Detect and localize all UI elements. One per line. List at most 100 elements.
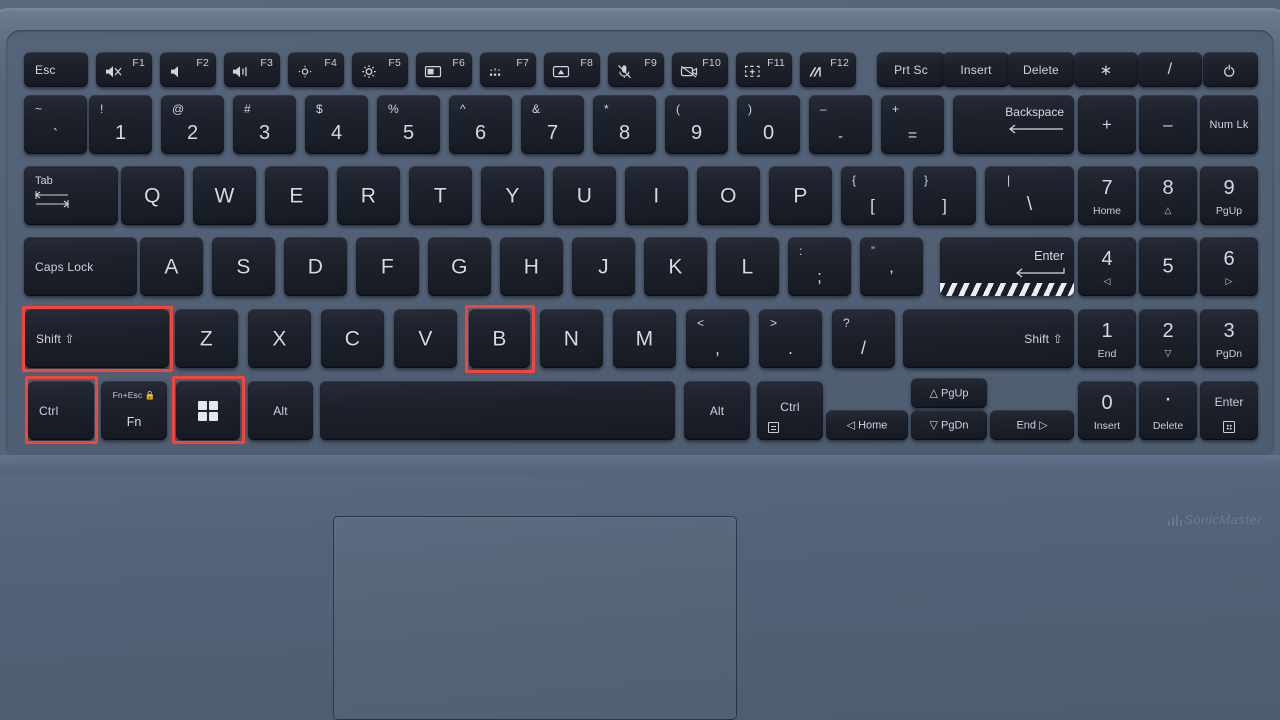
key-k[interactable]: K	[644, 237, 707, 296]
trackpad[interactable]	[333, 516, 737, 720]
key-1[interactable]: ! 1	[89, 95, 152, 154]
key-f6[interactable]: F6	[416, 52, 472, 87]
key-numpad-multiply[interactable]: ∗	[1074, 52, 1138, 87]
key-comma[interactable]: < ,	[686, 309, 749, 368]
key-f12[interactable]: F12	[800, 52, 856, 87]
key-x[interactable]: X	[248, 309, 311, 368]
key-e[interactable]: E	[265, 166, 328, 225]
key-o[interactable]: O	[697, 166, 760, 225]
key-i[interactable]: I	[625, 166, 688, 225]
key-5[interactable]: % 5	[377, 95, 440, 154]
key-shift-left[interactable]: Shift ⇧	[25, 309, 169, 368]
key-numpad-6[interactable]: 6 ▷	[1200, 237, 1258, 296]
key-numpad-8[interactable]: 8 △	[1139, 166, 1197, 225]
key-numpad-minus-label: –	[1163, 114, 1173, 134]
key-f8[interactable]: F8	[544, 52, 600, 87]
key-w[interactable]: W	[193, 166, 256, 225]
key-caps-lock[interactable]: Caps Lock	[24, 237, 137, 296]
key-windows[interactable]	[176, 381, 240, 440]
key-backtick[interactable]: ~ `	[24, 95, 87, 154]
key-bracket-right[interactable]: } ]	[913, 166, 976, 225]
key-m[interactable]: M	[613, 309, 676, 368]
key-z[interactable]: Z	[175, 309, 238, 368]
key-r[interactable]: R	[337, 166, 400, 225]
key-f2[interactable]: F2	[160, 52, 216, 87]
key-u[interactable]: U	[553, 166, 616, 225]
key-g[interactable]: G	[428, 237, 491, 296]
key-n[interactable]: N	[540, 309, 603, 368]
key-0[interactable]: ) 0	[737, 95, 800, 154]
key-f9[interactable]: F9	[608, 52, 664, 87]
key-3[interactable]: # 3	[233, 95, 296, 154]
key-alt-left[interactable]: Alt	[248, 381, 313, 440]
key-backslash[interactable]: | \	[985, 166, 1074, 225]
key-f3[interactable]: F3	[224, 52, 280, 87]
key-a[interactable]: A	[140, 237, 203, 296]
key-minus[interactable]: – -	[809, 95, 872, 154]
key-backspace[interactable]: Backspace	[953, 95, 1074, 154]
key-num-lock[interactable]: Num Lk	[1200, 95, 1258, 154]
key-insert[interactable]: Insert	[943, 52, 1009, 87]
key-bracket-left[interactable]: { [	[841, 166, 904, 225]
key-numpad-decimal[interactable]: · Delete	[1139, 381, 1197, 440]
key-end[interactable]: End ▷	[990, 410, 1074, 440]
key-v[interactable]: V	[394, 309, 457, 368]
key-numpad-3[interactable]: 3 PgDn	[1200, 309, 1258, 368]
key-power[interactable]	[1203, 52, 1258, 87]
key-pgup[interactable]: △ PgUp	[911, 378, 987, 408]
key-delete[interactable]: Delete	[1008, 52, 1074, 87]
key-shift-right[interactable]: Shift ⇧	[903, 309, 1074, 368]
key-8[interactable]: * 8	[593, 95, 656, 154]
key-4[interactable]: $ 4	[305, 95, 368, 154]
key-numpad-5[interactable]: 5	[1139, 237, 1197, 296]
key-semicolon[interactable]: : ;	[788, 237, 851, 296]
key-y[interactable]: Y	[481, 166, 544, 225]
key-ctrl-right[interactable]: Ctrl	[757, 381, 823, 440]
key-slash[interactable]: ? /	[832, 309, 895, 368]
key-numpad-minus[interactable]: –	[1139, 95, 1197, 154]
key-c[interactable]: C	[321, 309, 384, 368]
key-numpad-0[interactable]: 0 Insert	[1078, 381, 1136, 440]
key-numpad-divide[interactable]: /	[1138, 52, 1202, 87]
key-numpad-7[interactable]: 7 Home	[1078, 166, 1136, 225]
key-quote[interactable]: ” ’	[860, 237, 923, 296]
key-s[interactable]: S	[212, 237, 275, 296]
key-d[interactable]: D	[284, 237, 347, 296]
key-numpad-4[interactable]: 4 ◁	[1078, 237, 1136, 296]
key-p[interactable]: P	[769, 166, 832, 225]
key-2[interactable]: @ 2	[161, 95, 224, 154]
key-space[interactable]	[320, 381, 675, 440]
key-numpad-plus[interactable]: +	[1078, 95, 1136, 154]
key-7[interactable]: & 7	[521, 95, 584, 154]
key-alt-right[interactable]: Alt	[684, 381, 750, 440]
key-tab[interactable]: Tab	[24, 166, 118, 225]
key-ctrl-left[interactable]: Ctrl	[28, 381, 94, 440]
key-9[interactable]: ( 9	[665, 95, 728, 154]
key-l[interactable]: L	[716, 237, 779, 296]
key-f7[interactable]: F7	[480, 52, 536, 87]
key-fn[interactable]: Fn+Esc 🔒 Fn	[101, 381, 167, 440]
key-q[interactable]: Q	[121, 166, 184, 225]
key-home[interactable]: ◁ Home	[826, 410, 908, 440]
key-f[interactable]: F	[356, 237, 419, 296]
key-pgdn[interactable]: ▽ PgDn	[911, 410, 987, 440]
key-6[interactable]: ^ 6	[449, 95, 512, 154]
key-period[interactable]: > .	[759, 309, 822, 368]
key-prt-sc[interactable]: Prt Sc	[877, 52, 945, 87]
key-t[interactable]: T	[409, 166, 472, 225]
key-enter[interactable]: Enter	[940, 237, 1074, 296]
key-numpad-2[interactable]: 2 ▽	[1139, 309, 1197, 368]
key-f10[interactable]: F10	[672, 52, 728, 87]
key-b[interactable]: B	[469, 309, 530, 368]
key-f1[interactable]: F1	[96, 52, 152, 87]
key-esc[interactable]: Esc	[24, 52, 88, 87]
key-f11[interactable]: F11	[736, 52, 792, 87]
key-numpad-9[interactable]: 9 PgUp	[1200, 166, 1258, 225]
key-equals[interactable]: + =	[881, 95, 944, 154]
key-f5[interactable]: F5	[352, 52, 408, 87]
key-numpad-enter[interactable]: Enter	[1200, 381, 1258, 440]
key-h[interactable]: H	[500, 237, 563, 296]
key-numpad-1[interactable]: 1 End	[1078, 309, 1136, 368]
key-j[interactable]: J	[572, 237, 635, 296]
key-f4[interactable]: F4	[288, 52, 344, 87]
